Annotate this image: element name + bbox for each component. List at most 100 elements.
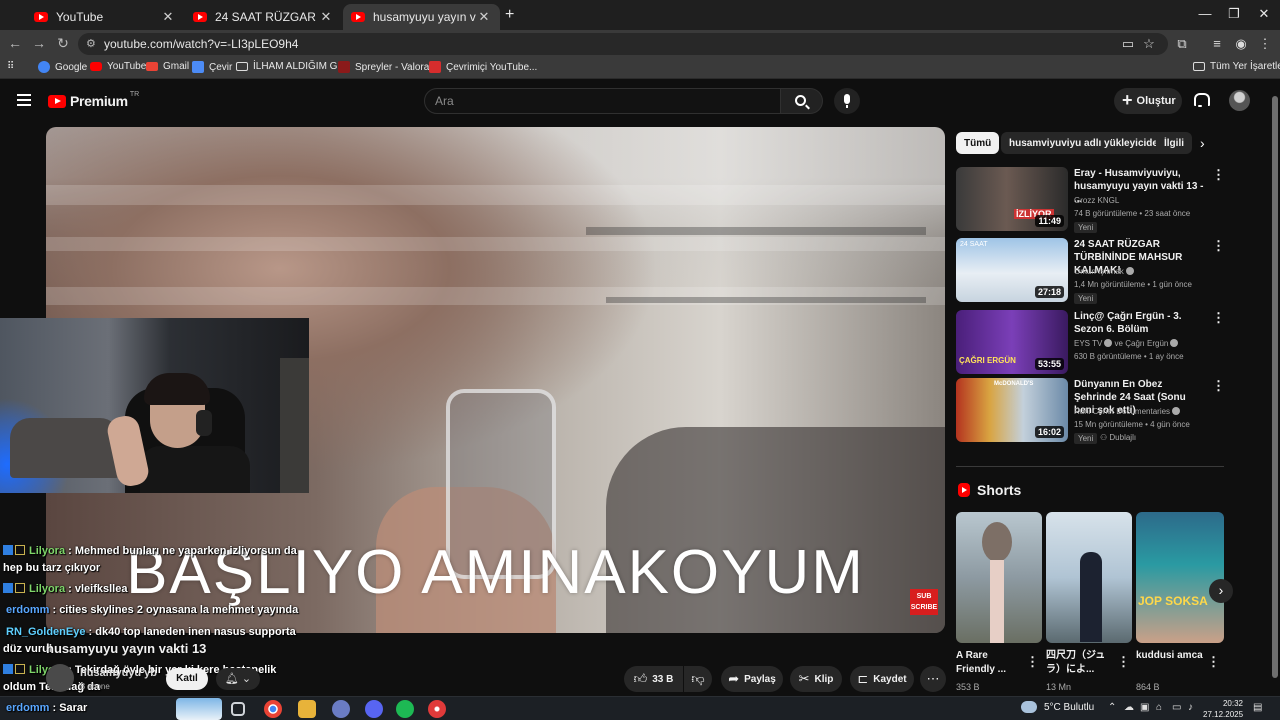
tray-cloud-icon[interactable]: ☁ [1124,702,1134,713]
short-title[interactable]: kuddusi amca [1136,649,1208,663]
tray-app-icon[interactable]: ▣ [1140,702,1149,713]
like-button[interactable]: 👍︎ 33 B [624,666,683,692]
all-bookmarks[interactable]: Tüm Yer İşaretleri [1193,61,1280,72]
clip-button[interactable]: ✂ Klip [790,666,842,692]
apps-grid-icon[interactable]: ⠿ [7,61,14,72]
recommended-video[interactable]: ÇAĞRI ERGÜN 53:55 Linç@ Çağrı Ergün - 3.… [956,310,1225,374]
minimize-icon[interactable]: — [1193,6,1217,21]
recommended-channel[interactable]: Ruhi Cenet Documentaries [1074,407,1181,416]
more-vertical-icon[interactable]: ⋮ [1212,167,1225,183]
profile-icon[interactable]: ◉ [1233,36,1249,52]
close-tab-icon[interactable]: ✕ [318,9,334,25]
forward-icon[interactable]: → [30,35,48,51]
recommended-video[interactable]: İZLİYOR 11:49 Eray - Husamviyuviyu, husa… [956,167,1225,233]
video-thumbnail[interactable]: İZLİYOR 11:49 [956,167,1068,231]
bookmark-youtube[interactable]: YouTube [90,61,146,72]
channel-name[interactable]: husamyuyu yb [80,667,157,679]
short-thumbnail[interactable] [1046,512,1132,643]
chip-uploader[interactable]: husamviyuviyu adlı yükleyiciden [1001,132,1173,154]
webcam-shelf [280,358,309,493]
youtube-premium-logo[interactable]: Premium TR [48,91,139,109]
video-thumbnail[interactable]: McDONALD'S 16:02 [956,378,1068,442]
chip-all[interactable]: Tümü [956,132,1000,154]
short-title[interactable]: A Rare Friendly ... [956,649,1028,677]
video-thumbnail[interactable]: ÇAĞRI ERGÜN 53:55 [956,310,1068,374]
account-avatar[interactable] [1229,90,1250,111]
cast-icon[interactable]: ▭ [1120,36,1136,52]
back-icon[interactable]: ← [6,35,24,51]
short-title[interactable]: 四尺刀（ジュラ）によ... [1046,649,1118,677]
notifications-bell-icon[interactable] [1193,92,1210,108]
browser-tab-youtube[interactable]: YouTube ✕ [26,4,184,30]
bookmark-gmail[interactable]: Gmail [146,61,189,72]
bookmark-valorant[interactable]: Spreyler - Valorant [338,61,438,73]
more-vertical-icon[interactable]: ⋮ [1212,238,1225,254]
app-icon[interactable] [332,700,350,718]
recommended-channel[interactable]: Grozz KNGL [1074,196,1119,205]
bookmark-folder[interactable]: İLHAM ALDIĞIM G... [236,61,346,72]
recommended-video[interactable]: 24 SAAT 27:18 24 SAAT RÜZGAR TÜRBİNİNDE … [956,238,1225,304]
discord-icon[interactable] [365,700,383,718]
more-vertical-icon[interactable]: ⋮ [1207,654,1220,670]
browser-menu-icon[interactable]: ⋮ [1257,36,1273,52]
browser-tab-turbine[interactable]: 24 SAAT RÜZGAR TÜRBİNİNDE ✕ [185,4,342,30]
more-vertical-icon[interactable]: ⋮ [1026,654,1039,670]
recommended-title[interactable]: Linç@ Çağrı Ergün - 3. Sezon 6. Bölüm [1074,310,1204,336]
network-icon[interactable]: ▭ [1172,702,1181,713]
spotify-icon[interactable] [396,700,414,718]
tray-usb-icon[interactable]: ⌂ [1156,702,1162,713]
file-explorer-icon[interactable] [298,700,316,718]
create-button[interactable]: + Oluştur [1114,88,1182,114]
save-button[interactable]: ⊏ Kaydet [850,666,914,692]
bookmark-star-icon[interactable]: ☆ [1141,36,1157,52]
search-button[interactable] [781,88,823,114]
system-clock[interactable]: 20:32 27.12.2025 [1203,698,1243,720]
chevron-right-icon[interactable]: › [1200,135,1205,151]
join-button[interactable]: Katıl [166,668,208,690]
dislike-button[interactable]: 👎︎ [684,666,712,692]
more-actions-button[interactable]: ⋯ [920,666,946,692]
scrollbar-thumb[interactable] [1272,96,1278,678]
recommended-video[interactable]: McDONALD'S 16:02 Dünyanın En Obez Şehrin… [956,378,1225,444]
bookmark-translate[interactable]: Çevir [192,61,232,73]
close-window-icon[interactable]: ✕ [1252,6,1276,22]
new-tab-button[interactable]: + [505,6,514,24]
restore-icon[interactable]: ❐ [1222,6,1246,22]
voice-search-icon[interactable] [834,88,860,114]
more-vertical-icon[interactable]: ⋮ [1117,654,1130,670]
tray-chevron-icon[interactable]: ⌃ [1108,702,1116,713]
youtube-icon [90,62,102,71]
close-tab-icon[interactable]: ✕ [476,9,492,25]
browser-tab-active[interactable]: husamyuyu yayın vakti 13 - You ✕ [343,4,500,30]
short-thumbnail[interactable]: JOP SOKSA [1136,512,1224,643]
site-info-icon[interactable]: ⚙ [86,37,96,50]
recommended-channel[interactable]: EYS TV ve Çağrı Ergün [1074,339,1179,348]
weather-widget-image[interactable] [176,698,222,720]
search-input[interactable]: Ara [424,88,781,114]
close-tab-icon[interactable]: ✕ [160,9,176,25]
video-thumbnail[interactable]: 24 SAAT 27:18 [956,238,1068,302]
channel-avatar[interactable] [46,664,74,692]
share-button[interactable]: ➦ Paylaş [721,666,783,692]
short-thumbnail[interactable] [956,512,1042,643]
task-view-icon[interactable] [231,702,245,716]
chrome-icon[interactable] [264,700,282,718]
browser-tab-strip: YouTube ✕ 24 SAAT RÜZGAR TÜRBİNİNDE ✕ hu… [0,0,1280,30]
more-vertical-icon[interactable]: ⋮ [1212,378,1225,394]
hamburger-menu-icon[interactable] [17,94,31,106]
subscription-bell-button[interactable]: 🔔︎ ⌄ [216,668,260,690]
bookmark-google[interactable]: Google [38,61,87,73]
app-icon-red[interactable] [428,700,446,718]
chip-related[interactable]: İlgili [1156,132,1192,154]
bookmark-online-youtube[interactable]: Çevrimiçi YouTube... [429,61,537,73]
more-vertical-icon[interactable]: ⋮ [1212,310,1225,326]
extensions-icon[interactable]: ⧉ [1174,36,1190,52]
chevron-right-icon[interactable]: › [1209,579,1233,603]
media-control-icon[interactable]: ≡ [1209,36,1225,51]
volume-icon[interactable]: ♪ [1188,702,1193,713]
reload-icon[interactable]: ↻ [54,35,72,52]
recommended-channel[interactable]: Orkun Işıtmak [1074,267,1134,276]
weather-text[interactable]: 5°C Bulutlu [1044,702,1094,713]
address-bar[interactable]: ⚙ youtube.com/watch?v=-LI3pLEO9h4 [78,33,1168,55]
notification-center-icon[interactable]: ▤ [1253,702,1262,713]
